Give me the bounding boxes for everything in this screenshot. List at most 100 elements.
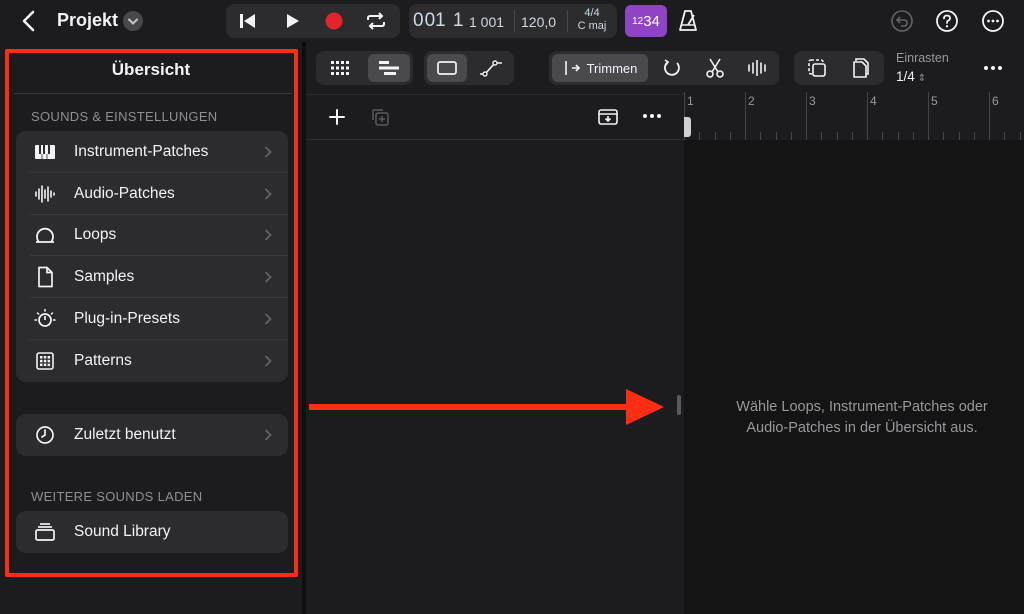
count-in-button[interactable]: 12 34 — [625, 5, 667, 37]
record-button[interactable] — [312, 4, 356, 38]
annotation-arrow-shaft — [309, 404, 631, 410]
copy-icon — [853, 58, 869, 78]
count-in-large: 34 — [643, 12, 660, 30]
automation-mode-button[interactable] — [471, 54, 511, 82]
region-mode-button[interactable] — [427, 54, 467, 82]
track-more-icon[interactable] — [641, 112, 663, 120]
duplicate-track-icon[interactable] — [370, 107, 390, 127]
hint-line-1: Wähle Loops, Instrument-Patches oder — [736, 399, 988, 415]
cycle-button[interactable] — [354, 4, 398, 38]
ruler-beat-tick — [821, 132, 823, 140]
import-icon[interactable] — [597, 107, 619, 127]
ruler-beat-tick — [760, 132, 762, 140]
mode-toggle-group — [424, 51, 514, 85]
tempo-value: 120,0 — [521, 14, 557, 30]
ruler-bar-line — [867, 92, 868, 140]
ruler-beat-tick — [973, 132, 975, 140]
ruler-bar-number: 4 — [870, 94, 877, 108]
trim-icon — [564, 61, 580, 75]
hint-line-2: Audio-Patches in der Übersicht aus. — [746, 420, 978, 436]
lcd-divider — [567, 10, 568, 32]
chevron-down-icon — [128, 18, 138, 25]
automation-curve-icon — [480, 60, 502, 77]
play-button[interactable] — [270, 4, 314, 38]
bar-ruler[interactable]: 1 2 3 4 5 6 — [684, 92, 1024, 140]
trim-tool-button[interactable]: Trimmen — [552, 54, 648, 82]
ruler-bar-line — [745, 92, 746, 140]
add-track-icon[interactable] — [328, 108, 346, 126]
ruler-bar-line — [989, 92, 990, 140]
position-dim: 00 — [413, 10, 437, 31]
empty-hint: Wähle Loops, Instrument-Patches oder Aud… — [704, 397, 1020, 439]
trim-label: Trimmen — [586, 60, 638, 76]
highlight-frame — [5, 49, 298, 577]
skip-back-icon — [240, 14, 255, 28]
top-bar: Projekt 00 1 1 1 001 120,0 4/4 C maj 12 … — [0, 0, 1024, 42]
timeline-area[interactable]: 1 2 3 4 5 6 Wähle Loops, Instrument-Patches o… — [684, 92, 1024, 614]
select-button[interactable] — [797, 54, 837, 82]
ruler-beat-tick — [699, 132, 701, 140]
ruler-bar-line — [928, 92, 929, 140]
join-icon — [748, 60, 766, 76]
metronome-icon[interactable] — [676, 8, 700, 34]
toolbar-divider — [306, 94, 684, 95]
split-tool-button[interactable] — [695, 54, 735, 82]
toolbar-more-icon[interactable] — [983, 64, 1003, 72]
signature-key: 4/4 C maj — [571, 7, 613, 33]
stepper-icon: ⇕ — [917, 73, 927, 84]
ruler-beat-tick — [897, 132, 899, 140]
key-signature: C maj — [577, 20, 607, 32]
record-icon — [325, 12, 343, 30]
ruler-bar-line — [806, 92, 807, 140]
tracks-header-area — [306, 42, 684, 614]
copy-button[interactable] — [841, 54, 881, 82]
more-options-icon[interactable] — [981, 9, 1005, 33]
time-signature: 4/4 — [584, 7, 600, 19]
ruler-beat-tick — [790, 132, 792, 140]
snap-label: Einrasten — [896, 51, 949, 65]
view-toggle-group — [316, 51, 413, 85]
ruler-beat-tick — [729, 132, 731, 140]
transport-controls — [226, 4, 400, 38]
go-to-start-button[interactable] — [226, 4, 270, 38]
scissors-icon — [706, 58, 724, 78]
tracks-view-button[interactable] — [368, 54, 410, 82]
project-title[interactable]: Projekt — [57, 10, 118, 31]
join-tool-button[interactable] — [737, 54, 777, 82]
tracks-list-icon — [379, 61, 399, 75]
clipboard-group — [794, 51, 884, 85]
annotation-arrow-head — [626, 389, 664, 425]
ruler-beat-tick — [714, 132, 716, 140]
lcd-display[interactable]: 00 1 1 1 001 120,0 4/4 C maj — [409, 4, 617, 38]
edit-tools-group: Trimmen — [549, 51, 779, 85]
undo-icon[interactable] — [890, 9, 914, 33]
repeat-icon — [367, 12, 385, 30]
grid-dots-icon — [331, 61, 349, 75]
rectangle-icon — [437, 61, 457, 75]
ruler-bar-number: 2 — [748, 94, 755, 108]
track-actions-bar — [306, 95, 684, 139]
snap-value-text: 1/4 — [896, 69, 915, 84]
snap-value[interactable]: 1/4 ⇕ — [896, 69, 926, 84]
resize-handle[interactable] — [677, 395, 681, 415]
playhead-handle[interactable] — [684, 117, 691, 137]
position-bars: 1 1 — [435, 10, 465, 31]
back-chevron-icon[interactable] — [20, 9, 38, 33]
project-menu-button[interactable] — [123, 11, 143, 31]
selection-icon — [808, 59, 826, 77]
ruler-beat-tick — [958, 132, 960, 140]
ruler-beat-tick — [943, 132, 945, 140]
ruler-beat-tick — [1004, 132, 1006, 140]
loop-tool-button[interactable] — [652, 54, 692, 82]
lcd-divider — [514, 10, 515, 32]
ruler-bar-number: 5 — [931, 94, 938, 108]
edit-toolbar: Trimmen — [306, 42, 1024, 94]
help-icon[interactable] — [935, 9, 959, 33]
ruler-bar-number: 3 — [809, 94, 816, 108]
count-in-small: 12 — [632, 15, 644, 27]
ruler-beat-tick — [882, 132, 884, 140]
ruler-bar-number: 1 — [687, 94, 694, 108]
grid-view-button[interactable] — [319, 54, 361, 82]
ruler-bar-number: 6 — [992, 94, 999, 108]
position-ticks: 1 001 — [469, 14, 505, 30]
